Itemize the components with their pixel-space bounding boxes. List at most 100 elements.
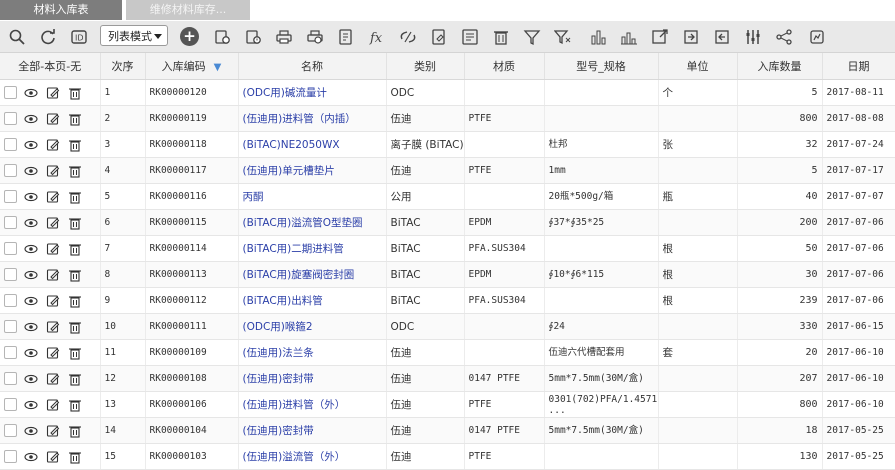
- cell-name[interactable]: (伍迪用)密封带: [238, 417, 387, 444]
- cell-name[interactable]: (BiTAC)NE2050WX: [238, 131, 387, 158]
- view-eye-icon[interactable]: [24, 346, 38, 360]
- column-unit[interactable]: 单位: [658, 53, 738, 80]
- export-out-icon[interactable]: [649, 26, 671, 48]
- table-row[interactable]: 9 RK00000112 (BiTAC用)出料管 BiTAC PFA.SUS30…: [0, 287, 895, 314]
- delete-row-icon[interactable]: [68, 346, 82, 360]
- cell-name[interactable]: (ODC用)喉箍2: [238, 313, 387, 340]
- import-icon[interactable]: [680, 26, 702, 48]
- settings-icon[interactable]: [806, 26, 828, 48]
- delete-row-icon[interactable]: [68, 164, 82, 178]
- column-spec[interactable]: 型号_规格: [544, 53, 659, 80]
- delete-row-icon[interactable]: [68, 450, 82, 464]
- view-eye-icon[interactable]: [24, 112, 38, 126]
- view-eye-icon[interactable]: [24, 86, 38, 100]
- cell-name[interactable]: 丙酮: [238, 183, 387, 210]
- view-eye-icon[interactable]: [24, 294, 38, 308]
- delete-row-icon[interactable]: [68, 138, 82, 152]
- edit-icon[interactable]: [46, 164, 60, 178]
- row-checkbox[interactable]: [4, 164, 17, 177]
- view-eye-icon[interactable]: [24, 138, 38, 152]
- delete-row-icon[interactable]: [68, 242, 82, 256]
- table-row[interactable]: 6 RK00000115 (BiTAC用)溢流管O型垫圈 BiTAC EPDM …: [0, 209, 895, 236]
- table-row[interactable]: 1 RK00000120 (ODC用)碱流量计 ODC 个 5 2017-08-…: [0, 79, 895, 106]
- view-eye-icon[interactable]: [24, 450, 38, 464]
- delete-icon[interactable]: [490, 26, 512, 48]
- table-row[interactable]: 3 RK00000118 (BiTAC)NE2050WX 离子膜 (BiTAC)…: [0, 131, 895, 158]
- delete-row-icon[interactable]: [68, 216, 82, 230]
- column-name[interactable]: 名称: [238, 53, 387, 80]
- row-checkbox[interactable]: [4, 346, 17, 359]
- delete-row-icon[interactable]: [68, 424, 82, 438]
- sort-arrow-icon[interactable]: ▼: [214, 62, 222, 73]
- cell-name[interactable]: (伍迪用)溢流管（外）: [238, 443, 387, 470]
- view-mode-select[interactable]: 列表模式: [100, 25, 168, 46]
- history-icon[interactable]: [242, 26, 264, 48]
- download-icon[interactable]: [711, 26, 733, 48]
- refresh-icon[interactable]: [37, 26, 59, 48]
- view-eye-icon[interactable]: [24, 372, 38, 386]
- export-icon[interactable]: ID: [68, 26, 90, 48]
- view-eye-icon[interactable]: [24, 424, 38, 438]
- edit-icon[interactable]: [46, 398, 60, 412]
- view-eye-icon[interactable]: [24, 164, 38, 178]
- view-eye-icon[interactable]: [24, 190, 38, 204]
- edit-doc-icon[interactable]: [428, 26, 450, 48]
- row-checkbox[interactable]: [4, 86, 17, 99]
- tab-material-inbound[interactable]: 材料入库表: [0, 0, 122, 20]
- delete-row-icon[interactable]: [68, 112, 82, 126]
- row-checkbox[interactable]: [4, 424, 17, 437]
- edit-icon[interactable]: [46, 294, 60, 308]
- tab-repair-material-stock[interactable]: 维修材料库存...: [126, 0, 250, 20]
- cell-name[interactable]: (ODC用)碱流量计: [238, 79, 387, 106]
- table-row[interactable]: 11 RK00000109 (伍迪用)法兰条 伍迪 伍迪六代槽配套用 套 20 …: [0, 339, 895, 366]
- delete-row-icon[interactable]: [68, 398, 82, 412]
- table-row[interactable]: 10 RK00000111 (ODC用)喉箍2 ODC ∮24 330 2017…: [0, 313, 895, 340]
- column-category[interactable]: 类别: [386, 53, 465, 80]
- table-row[interactable]: 14 RK00000104 (伍迪用)密封带 伍迪 0147 PTFE 5mm*…: [0, 417, 895, 444]
- delete-row-icon[interactable]: [68, 320, 82, 334]
- table-row[interactable]: 12 RK00000108 (伍迪用)密封带 伍迪 0147 PTFE 5mm*…: [0, 365, 895, 392]
- unlink-icon[interactable]: [397, 26, 419, 48]
- row-checkbox[interactable]: [4, 372, 17, 385]
- column-material[interactable]: 材质: [464, 53, 545, 80]
- edit-icon[interactable]: [46, 86, 60, 100]
- row-checkbox[interactable]: [4, 190, 17, 203]
- view-eye-icon[interactable]: [24, 216, 38, 230]
- table-row[interactable]: 5 RK00000116 丙酮 公用 20瓶*500g/箱 瓶 40 2017-…: [0, 183, 895, 210]
- column-seq[interactable]: 次序: [100, 53, 146, 80]
- filter-icon[interactable]: [521, 26, 543, 48]
- edit-icon[interactable]: [46, 112, 60, 126]
- row-checkbox[interactable]: [4, 398, 17, 411]
- view-eye-icon[interactable]: [24, 320, 38, 334]
- table-row[interactable]: 2 RK00000119 (伍迪用)进料管（内插） 伍迪 PTFE 800 20…: [0, 105, 895, 132]
- formula-icon[interactable]: fx: [366, 26, 388, 48]
- print-icon[interactable]: [273, 26, 295, 48]
- stats-icon[interactable]: [618, 26, 640, 48]
- edit-icon[interactable]: [46, 372, 60, 386]
- cell-name[interactable]: (伍迪用)法兰条: [238, 339, 387, 366]
- report-icon[interactable]: [335, 26, 357, 48]
- delete-row-icon[interactable]: [68, 86, 82, 100]
- edit-icon[interactable]: [46, 320, 60, 334]
- edit-icon[interactable]: [46, 216, 60, 230]
- edit-icon[interactable]: [46, 424, 60, 438]
- search-icon[interactable]: [6, 26, 28, 48]
- share-icon[interactable]: [773, 26, 795, 48]
- view-eye-icon[interactable]: [24, 242, 38, 256]
- column-select-scope[interactable]: 全部-本页-无: [0, 53, 101, 80]
- cell-name[interactable]: (BiTAC用)溢流管O型垫圈: [238, 209, 387, 236]
- delete-row-icon[interactable]: [68, 190, 82, 204]
- form-icon[interactable]: [459, 26, 481, 48]
- cell-name[interactable]: (伍迪用)密封带: [238, 365, 387, 392]
- edit-icon[interactable]: [46, 268, 60, 282]
- cell-name[interactable]: (伍迪用)进料管（内插）: [238, 105, 387, 132]
- view-eye-icon[interactable]: [24, 268, 38, 282]
- cell-name[interactable]: (伍迪用)进料管（外）: [238, 391, 387, 418]
- row-checkbox[interactable]: [4, 450, 17, 463]
- table-row[interactable]: 8 RK00000113 (BiTAC用)旋塞阀密封圈 BiTAC EPDM ∮…: [0, 261, 895, 288]
- delete-row-icon[interactable]: [68, 294, 82, 308]
- column-settings-icon[interactable]: [742, 26, 764, 48]
- cell-name[interactable]: (伍迪用)单元槽垫片: [238, 157, 387, 184]
- column-qty[interactable]: 入库数量: [737, 53, 823, 80]
- bar-chart-icon[interactable]: [587, 26, 609, 48]
